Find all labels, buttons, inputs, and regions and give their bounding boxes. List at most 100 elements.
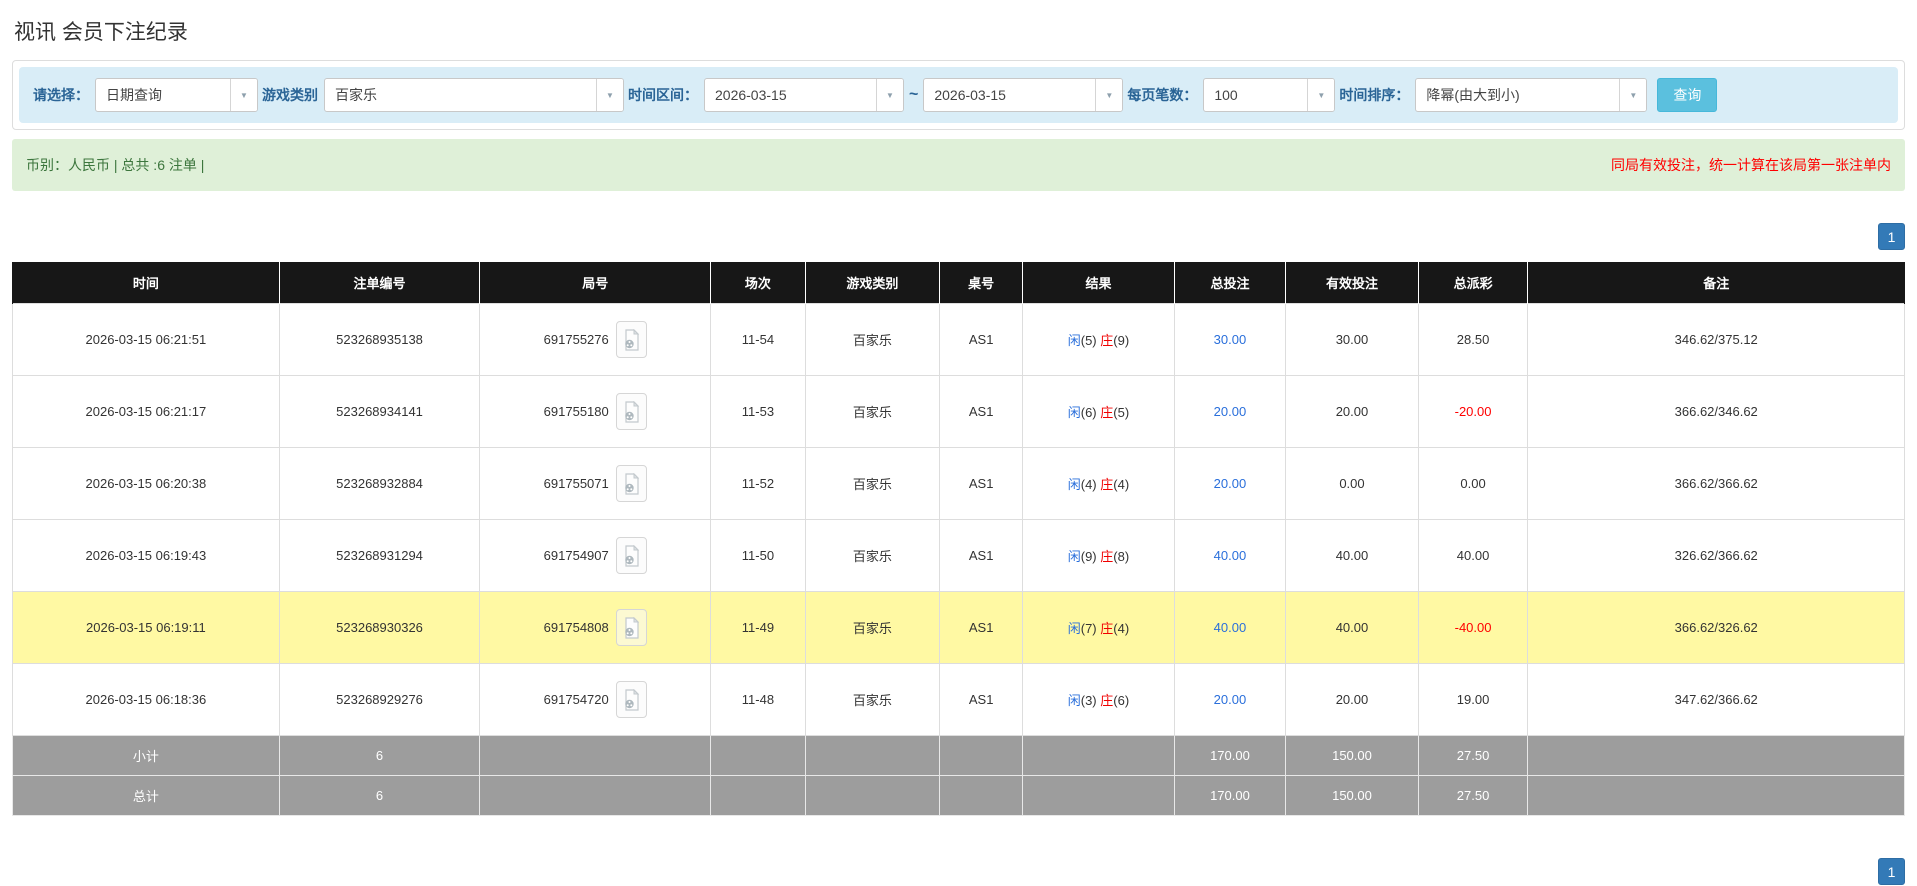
header-time: 时间	[12, 262, 280, 304]
player-score: (5)	[1080, 333, 1097, 348]
cell-session: 11-52	[710, 447, 806, 520]
banker-result-label: 庄	[1100, 405, 1114, 420]
chevron-down-icon[interactable]: ▼	[876, 79, 903, 111]
cell-valid-bet: 0.00	[1285, 447, 1419, 520]
game-type-select[interactable]: 百家乐 ▼	[324, 78, 624, 112]
cell-total-bet: 40.00	[1173, 519, 1287, 592]
cell-table-no: AS1	[939, 375, 1024, 448]
page-1-button[interactable]: 1	[1878, 223, 1905, 250]
pagination-top: 1	[12, 223, 1905, 250]
round-number: 691754720	[543, 692, 609, 707]
cell-table-no: AS1	[939, 447, 1024, 520]
cell-result: 闲(6) 庄(5)	[1022, 375, 1175, 448]
round-number: 691754907	[543, 548, 609, 563]
page-1-button[interactable]: 1	[1878, 858, 1905, 885]
cell-bet-no: 523268935138	[278, 303, 481, 376]
page-size-select[interactable]: 100 ▼	[1203, 78, 1336, 112]
video-replay-icon[interactable]	[615, 609, 647, 646]
cell-bet-no: 523268931294	[278, 519, 481, 592]
banker-score: (4)	[1113, 477, 1130, 492]
cell-remark: 366.62/366.62	[1527, 447, 1905, 520]
chevron-down-icon[interactable]: ▼	[1619, 79, 1647, 111]
game-type-value: 百家乐	[335, 87, 377, 103]
banker-result-label: 庄	[1100, 333, 1114, 348]
cell-bet-no: 523268934141	[278, 375, 481, 448]
cell-valid-bet: 40.00	[1285, 519, 1419, 592]
chevron-down-icon[interactable]: ▼	[1307, 79, 1335, 111]
cell-valid-bet: 30.00	[1285, 303, 1419, 376]
date-to-select[interactable]: 2026-03-15 ▼	[923, 78, 1124, 112]
total-bet-link[interactable]: 20.00	[1214, 692, 1247, 707]
total-total-bet: 170.00	[1173, 775, 1287, 816]
total-bet-link[interactable]: 20.00	[1214, 476, 1247, 491]
cell-result: 闲(3) 庄(6)	[1022, 663, 1175, 736]
cell-game-type: 百家乐	[804, 663, 941, 736]
table-header-row: 时间 注单编号 局号 场次 游戏类别 桌号 结果 总投注 有效投注 总派彩 备注	[12, 262, 1905, 304]
header-game-type: 游戏类别	[804, 262, 941, 304]
banker-score: (8)	[1113, 549, 1130, 564]
cell-round-no: 691754720	[479, 663, 712, 736]
cell-remark: 366.62/326.62	[1527, 591, 1905, 664]
cell-time: 2026-03-15 06:19:11	[12, 591, 280, 664]
cell-bet-no: 523268930326	[278, 591, 481, 664]
cell-round-no: 691755276	[479, 303, 712, 376]
cell-total-bet: 20.00	[1173, 663, 1287, 736]
cell-round-no: 691754808	[479, 591, 712, 664]
query-type-select[interactable]: 日期查询 ▼	[95, 78, 258, 112]
cell-total-bet: 30.00	[1173, 303, 1287, 376]
date-from-select[interactable]: 2026-03-15 ▼	[704, 78, 904, 112]
cell-session: 11-49	[710, 591, 806, 664]
time-sort-label: 时间排序：	[1339, 87, 1410, 103]
video-replay-icon[interactable]	[615, 465, 647, 502]
search-button[interactable]: 查询	[1657, 78, 1718, 112]
summary-bar: 币别：人民币 | 总共 :6 注单 | 同局有效投注，统一计算在该局第一张注单内	[12, 139, 1905, 191]
cell-payout: 19.00	[1417, 663, 1529, 736]
cell-result: 闲(4) 庄(4)	[1022, 447, 1175, 520]
video-replay-icon[interactable]	[615, 321, 647, 358]
cell-valid-bet: 20.00	[1285, 663, 1419, 736]
cell-payout: -20.00	[1417, 375, 1529, 448]
banker-score: (9)	[1113, 333, 1130, 348]
chevron-down-icon[interactable]: ▼	[596, 79, 623, 111]
range-tilde: ~	[909, 86, 919, 103]
player-score: (6)	[1080, 405, 1097, 420]
video-replay-icon[interactable]	[615, 537, 647, 574]
player-result-label: 闲	[1067, 549, 1081, 564]
cell-table-no: AS1	[939, 663, 1024, 736]
cell-total-bet: 20.00	[1173, 447, 1287, 520]
cell-payout: 28.50	[1417, 303, 1529, 376]
cell-table-no: AS1	[939, 591, 1024, 664]
round-number: 691754808	[543, 620, 609, 635]
total-valid-bet: 150.00	[1285, 775, 1419, 816]
time-sort-select[interactable]: 降幂(由大到小) ▼	[1415, 78, 1648, 112]
table-row: 2026-03-15 06:18:36 523268929276 6917547…	[12, 663, 1905, 736]
cell-bet-no: 523268932884	[278, 447, 481, 520]
video-replay-icon[interactable]	[615, 681, 647, 718]
chevron-down-icon[interactable]: ▼	[230, 79, 257, 111]
banker-result-label: 庄	[1100, 549, 1114, 564]
table-row: 2026-03-15 06:19:11 523268930326 6917548…	[12, 591, 1905, 664]
cell-time: 2026-03-15 06:18:36	[12, 663, 280, 736]
banker-score: (4)	[1113, 621, 1130, 636]
banker-score: (5)	[1113, 405, 1130, 420]
table-row: 2026-03-15 06:19:43 523268931294 6917549…	[12, 519, 1905, 592]
total-bet-link[interactable]: 40.00	[1214, 548, 1247, 563]
cell-total-bet: 40.00	[1173, 591, 1287, 664]
header-remark: 备注	[1527, 262, 1905, 304]
video-replay-icon[interactable]	[615, 393, 647, 430]
cell-time: 2026-03-15 06:21:17	[12, 375, 280, 448]
cell-table-no: AS1	[939, 303, 1024, 376]
subtotal-valid-bet: 150.00	[1285, 735, 1419, 776]
total-bet-link[interactable]: 20.00	[1214, 404, 1247, 419]
date-to-value: 2026-03-15	[934, 87, 1006, 103]
cell-payout: 0.00	[1417, 447, 1529, 520]
player-result-label: 闲	[1067, 693, 1081, 708]
cell-remark: 366.62/346.62	[1527, 375, 1905, 448]
valid-bet-note: 同局有效投注，统一计算在该局第一张注单内	[1611, 157, 1891, 173]
total-bet-link[interactable]: 40.00	[1214, 620, 1247, 635]
cell-round-no: 691754907	[479, 519, 712, 592]
chevron-down-icon[interactable]: ▼	[1095, 79, 1123, 111]
query-type-label: 请选择：	[33, 87, 89, 103]
total-bet-link[interactable]: 30.00	[1214, 332, 1247, 347]
cell-game-type: 百家乐	[804, 447, 941, 520]
